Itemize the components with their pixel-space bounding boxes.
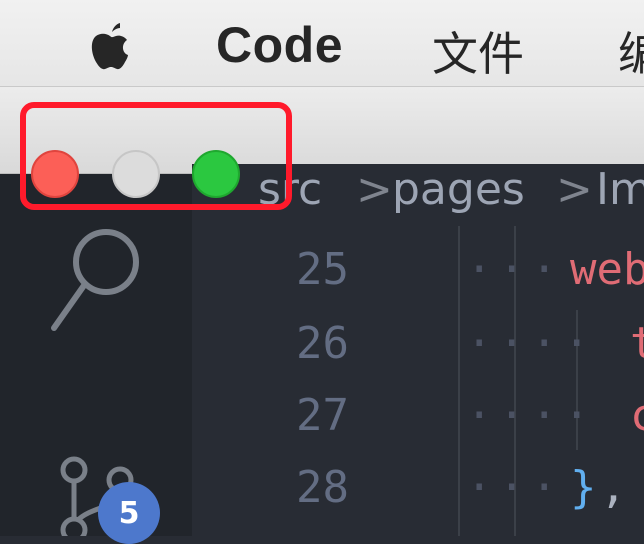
code-line-27[interactable]: c	[630, 390, 644, 441]
apple-logo-icon[interactable]	[80, 16, 140, 76]
line-number: 26	[296, 318, 349, 369]
line-number: 28	[296, 462, 349, 513]
code-line-26[interactable]: t	[630, 318, 644, 369]
menu-file[interactable]: 文件	[432, 18, 524, 84]
scm-count-badge: 5	[98, 482, 160, 544]
menu-edit[interactable]: 编	[618, 18, 644, 84]
code-line-28-brace[interactable]: }	[570, 462, 597, 513]
menu-app-code[interactable]: Code	[216, 16, 343, 74]
indent-guide	[458, 226, 460, 536]
breadcrumb-item-pages[interactable]: pages	[392, 164, 525, 215]
code-editor[interactable]: 25 ··· web 26 ···· t 27 ···· c 28 ··· } …	[192, 226, 644, 536]
whitespace-dots: ····	[466, 318, 596, 369]
whitespace-dots: ···	[466, 462, 564, 513]
whitespace-dots: ···	[466, 244, 564, 295]
breadcrumb-separator: >	[556, 164, 593, 215]
breadcrumb-item-im[interactable]: Im	[596, 164, 644, 215]
line-number: 25	[296, 244, 349, 295]
whitespace-dots: ····	[466, 390, 596, 441]
macos-menu-bar: Code 文件 编	[0, 0, 644, 87]
highlight-box	[20, 102, 292, 210]
code-line-25[interactable]: web	[570, 244, 644, 295]
code-line-28-comma: ,	[600, 462, 627, 513]
search-icon[interactable]	[48, 222, 148, 332]
line-number: 27	[296, 390, 349, 441]
breadcrumb-separator: >	[356, 164, 393, 215]
